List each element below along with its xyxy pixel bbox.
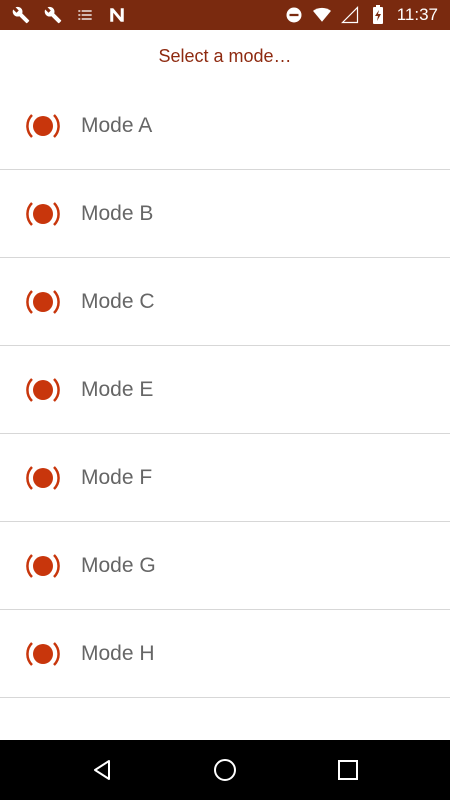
home-icon[interactable]: [205, 750, 245, 790]
list-item-mode-h[interactable]: Mode H: [0, 610, 450, 698]
wrench-icon: [44, 6, 62, 24]
navigation-bar: [0, 740, 450, 800]
mode-radar-icon: [23, 458, 63, 498]
mode-radar-icon: [23, 370, 63, 410]
list-item-mode-c[interactable]: Mode C: [0, 258, 450, 346]
wrench-icon: [12, 6, 30, 24]
mode-radar-icon: [23, 546, 63, 586]
mode-label: Mode B: [81, 201, 154, 225]
status-bar: 11:37: [0, 0, 450, 30]
mode-label: Mode F: [81, 465, 153, 489]
n-notification-icon: [108, 6, 126, 24]
mode-label: Mode E: [81, 377, 154, 401]
mode-label: Mode A: [81, 113, 153, 137]
mode-label: Mode C: [81, 289, 155, 313]
mode-radar-icon: [23, 634, 63, 674]
mode-radar-icon: [23, 106, 63, 146]
list-item-mode-b[interactable]: Mode B: [0, 170, 450, 258]
mode-radar-icon: [23, 194, 63, 234]
status-right-icons: 11:37: [285, 5, 438, 25]
list-item-mode-f[interactable]: Mode F: [0, 434, 450, 522]
do-not-disturb-icon: [285, 6, 303, 24]
status-left-icons: [12, 6, 126, 24]
mode-label: Mode H: [81, 641, 155, 665]
mode-list: Mode A Mode B Mode C Mode E Mode F Mode …: [0, 82, 450, 698]
back-icon[interactable]: [82, 750, 122, 790]
recents-icon[interactable]: [328, 750, 368, 790]
page-title: Select a mode…: [158, 45, 292, 66]
list-icon: [76, 6, 94, 24]
mode-label: Mode G: [81, 553, 156, 577]
mode-radar-icon: [23, 282, 63, 322]
list-item-mode-a[interactable]: Mode A: [0, 82, 450, 170]
status-time: 11:37: [396, 5, 438, 24]
list-item-mode-e[interactable]: Mode E: [0, 346, 450, 434]
list-item-mode-g[interactable]: Mode G: [0, 522, 450, 610]
cellular-signal-icon: [340, 6, 359, 24]
battery-charging-icon: [369, 5, 387, 24]
wifi-icon: [312, 6, 331, 24]
